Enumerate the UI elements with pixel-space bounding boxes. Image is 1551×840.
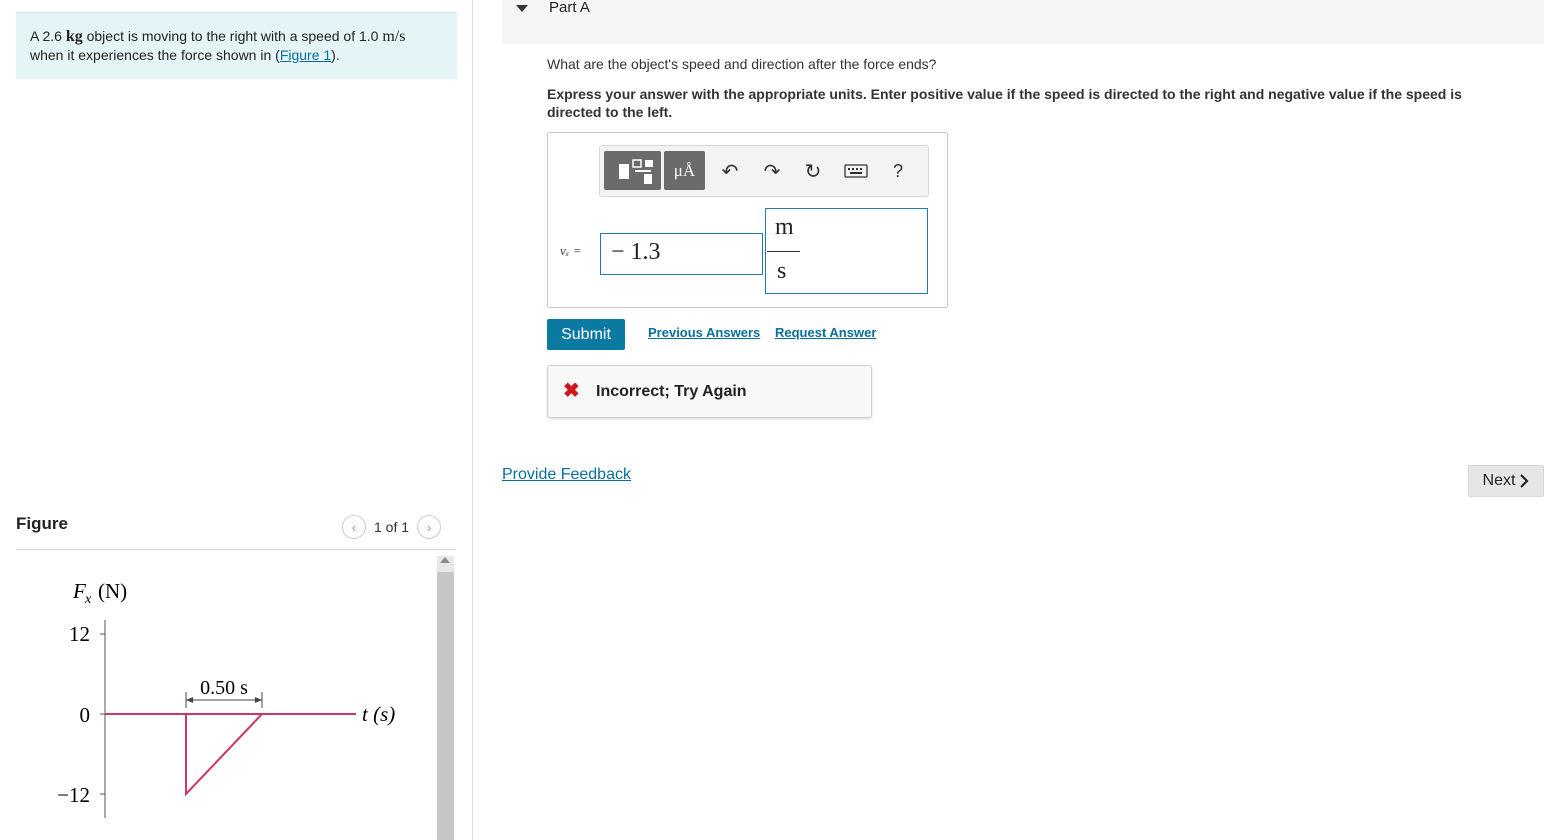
problem-text-b: object is moving to the right with a spe…: [82, 28, 383, 44]
speed-unit: m/s: [382, 28, 406, 45]
force-pulse-line: [185, 713, 263, 797]
y-axis-var: F: [72, 579, 86, 603]
chevron-left-icon[interactable]: ‹: [342, 515, 366, 539]
help-button[interactable]: ?: [886, 156, 910, 186]
duration-arrowhead-left: [186, 697, 193, 703]
feedback-text: Incorrect; Try Again: [596, 383, 747, 400]
next-label: Next: [1482, 472, 1516, 489]
part-header[interactable]: [502, 0, 1544, 44]
x-axis-label: t (s): [362, 702, 395, 726]
problem-text-d: ).: [331, 47, 340, 63]
problem-text-c: when it experiences the force shown in (: [30, 47, 280, 63]
redo-icon[interactable]: ↷: [760, 156, 784, 186]
chevron-right-icon: [1520, 474, 1530, 488]
y-axis-sub: x: [84, 592, 92, 607]
mass-unit: kg: [65, 28, 83, 45]
units-button[interactable]: μÅ: [664, 151, 705, 190]
reset-icon[interactable]: ↻: [801, 156, 825, 186]
problem-line-2: when it experiences the force shown in (…: [30, 46, 443, 65]
templates-icon[interactable]: [604, 151, 661, 190]
scroll-up-icon[interactable]: [440, 557, 450, 563]
keyboard-icon[interactable]: [842, 156, 870, 186]
y-tick-label-0: 0: [80, 703, 91, 727]
unit-numerator: m: [775, 214, 794, 240]
force-series: [105, 713, 356, 797]
problem-statement: A 2.6 kg object is moving to the right w…: [16, 12, 457, 79]
figure-scrollbar-thumb[interactable]: [437, 572, 454, 840]
chevron-right-icon[interactable]: ›: [417, 515, 442, 539]
problem-line-1: A 2.6 kg object is moving to the right w…: [30, 27, 443, 46]
unit-denominator: s: [777, 258, 787, 284]
previous-answers-link[interactable]: Previous Answers: [648, 325, 760, 340]
figure-divider: [16, 549, 456, 550]
figure-link[interactable]: Figure 1: [280, 47, 331, 63]
force-chart: F x (N) 12 0 −12 t (s) 0.50 s: [57, 579, 395, 818]
y-tick-label-12: 12: [69, 622, 90, 646]
instructions-text: Express your answer with the appropriate…: [547, 86, 1462, 120]
x-icon: ✖: [563, 380, 580, 402]
question-text: What are the object's speed and directio…: [547, 56, 937, 72]
part-title[interactable]: Part A: [549, 0, 590, 16]
caret-down-icon[interactable]: [516, 5, 528, 12]
answer-value-input[interactable]: − 1.3: [600, 233, 763, 275]
figure-label: Figure: [16, 514, 68, 533]
provide-feedback-link[interactable]: Provide Feedback: [502, 466, 631, 484]
next-button[interactable]: Next: [1468, 465, 1544, 497]
figure-pager: ‹ 1 of 1 ›: [342, 514, 442, 540]
problem-text-a: A 2.6: [30, 28, 66, 44]
duration-marker: 0.50 s: [185, 677, 263, 708]
pager-text: 1 of 1: [374, 519, 410, 535]
duration-arrowhead-right: [255, 697, 262, 703]
y-axis-label: F x (N): [72, 579, 127, 607]
variable-label: vₓ =: [560, 243, 582, 258]
undo-icon[interactable]: ↶: [718, 156, 742, 186]
submit-button[interactable]: Submit: [547, 319, 625, 350]
y-tick-label-neg12: −12: [57, 783, 90, 807]
duration-label: 0.50 s: [200, 677, 248, 699]
y-axis-unit: (N): [98, 579, 127, 603]
unit-fraction-bar: [767, 251, 800, 252]
request-answer-link[interactable]: Request Answer: [775, 325, 876, 340]
panel-divider: [472, 0, 473, 840]
